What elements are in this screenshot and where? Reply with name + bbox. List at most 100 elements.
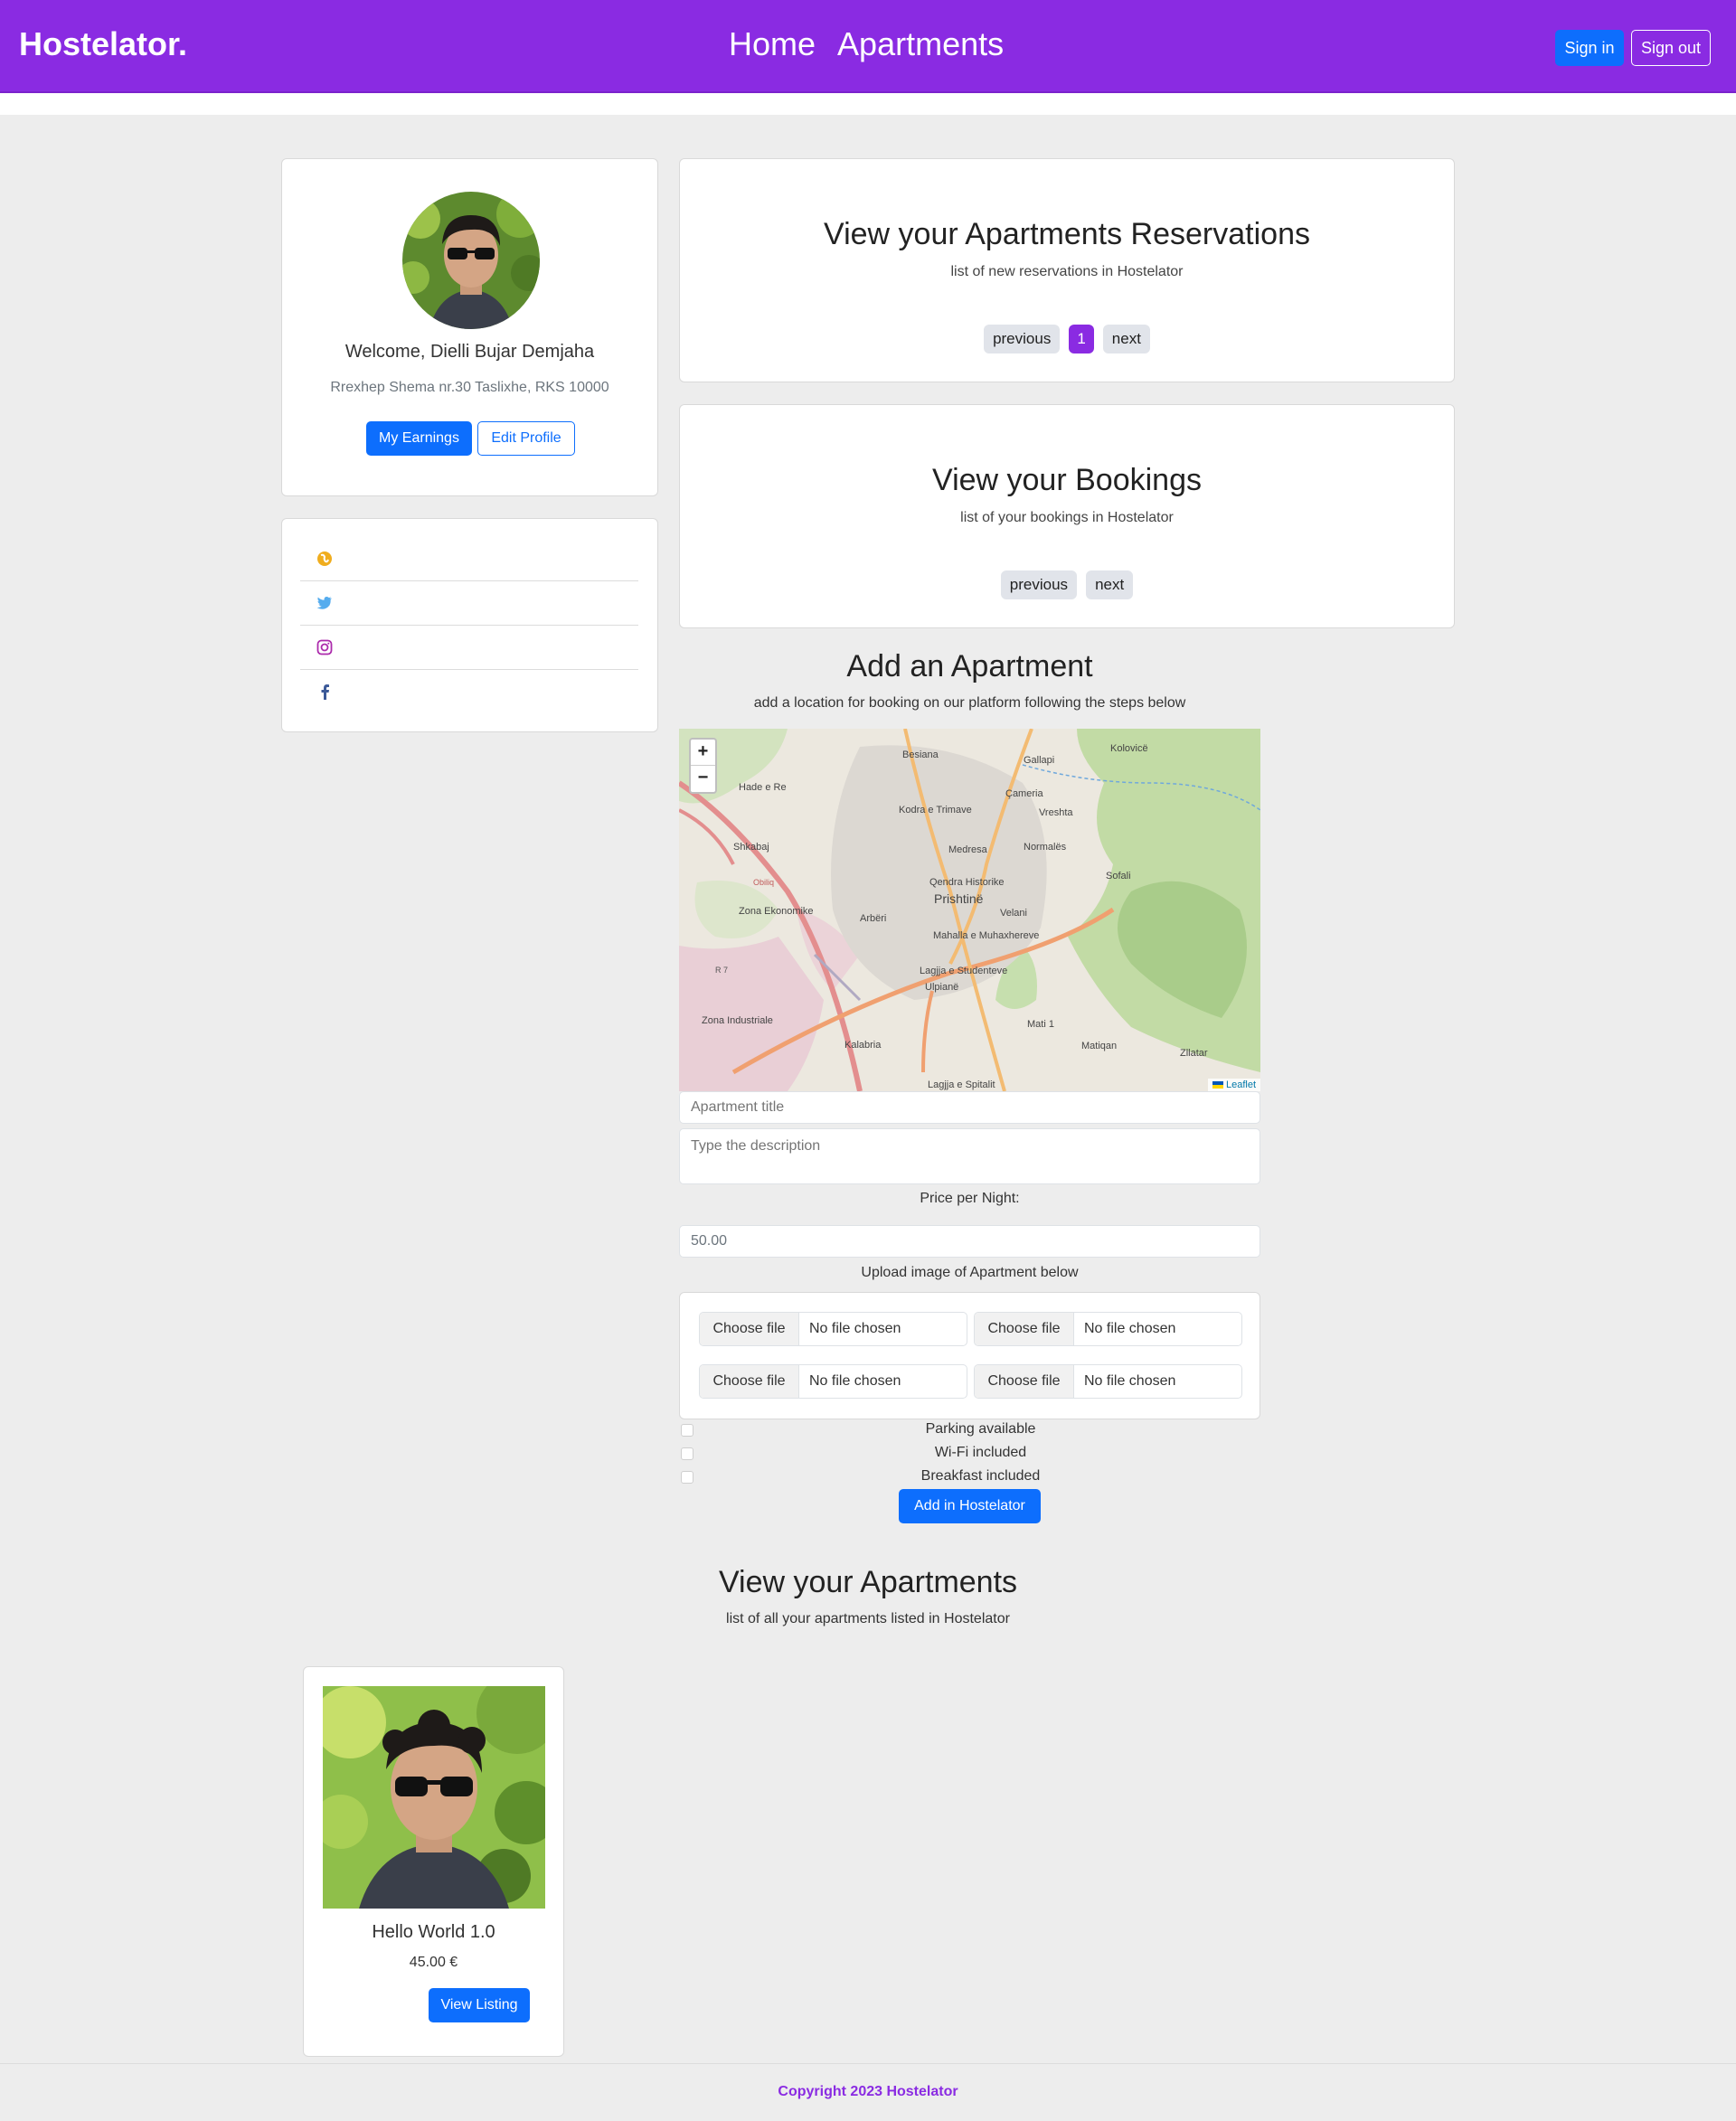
bookings-pagination: previous next	[680, 570, 1454, 599]
reservations-title: View your Apartments Reservations	[824, 217, 1310, 251]
next-page-button[interactable]: next	[1086, 570, 1134, 599]
map-place-label: Mati 1	[1027, 1019, 1054, 1030]
bookings-card: View your Bookings list of your bookings…	[679, 404, 1455, 628]
map-place-label: Obiliq	[753, 878, 774, 887]
add-apartment-subtitle: add a location for booking on our platfo…	[753, 695, 1186, 711]
image-file-input-1[interactable]: Choose file No file chosen	[699, 1312, 967, 1346]
amenity-breakfast: Breakfast included	[679, 1466, 1260, 1488]
image-file-input-4[interactable]: Choose file No file chosen	[974, 1364, 1242, 1399]
map-place-label: Velani	[1000, 908, 1027, 919]
page-1-button[interactable]: 1	[1069, 325, 1094, 354]
amenity-label: Breakfast included	[920, 1468, 1041, 1484]
apartment-title-input[interactable]	[679, 1091, 1260, 1124]
map-place-label: Kodra e Trimave	[899, 805, 972, 815]
reservations-pagination: previous 1 next	[680, 325, 1454, 354]
file-status: No file chosen	[1084, 1321, 1176, 1336]
zoom-out-button[interactable]: −	[691, 766, 715, 792]
choose-file-button[interactable]: Choose file	[700, 1365, 799, 1398]
map-place-label: Kolovicë	[1110, 743, 1148, 754]
reservations-subtitle: list of new reservations in Hostelator	[950, 264, 1184, 279]
previous-page-button[interactable]: previous	[1000, 570, 1078, 599]
bookings-subtitle: list of your bookings in Hostelator	[960, 510, 1174, 525]
amenity-label: Wi-Fi included	[934, 1445, 1027, 1460]
choose-file-button[interactable]: Choose file	[975, 1365, 1074, 1398]
brand-logo[interactable]: Hostelator.	[19, 25, 187, 63]
twitter-icon[interactable]	[316, 594, 334, 612]
upload-label: Upload image of Apartment below	[861, 1265, 1079, 1280]
apartment-image	[323, 1686, 545, 1909]
facebook-icon[interactable]	[316, 683, 334, 701]
social-links-card	[281, 518, 658, 732]
footer: Copyright 2023 Hostelator	[0, 2063, 1736, 2121]
apartment-card: Hello World 1.0 45.00 € View Listing	[303, 1666, 564, 2057]
add-in-hostelator-button[interactable]: Add in Hostelator	[899, 1489, 1041, 1523]
file-status: No file chosen	[809, 1321, 901, 1336]
description-textarea[interactable]	[679, 1128, 1260, 1184]
choose-file-button[interactable]: Choose file	[700, 1313, 799, 1345]
previous-page-button[interactable]: previous	[984, 325, 1061, 354]
amenity-wifi: Wi-Fi included	[679, 1443, 1260, 1465]
map-place-label: Mahalla e Muhaxhereve	[933, 930, 1039, 941]
map-place-label: Prishtinë	[934, 891, 984, 906]
map-place-label: Ulpianë	[925, 982, 958, 993]
map-place-label: Matiqan	[1081, 1041, 1117, 1051]
social-row-website[interactable]	[300, 537, 638, 581]
globe-icon[interactable]	[316, 550, 334, 568]
image-upload-box: Choose file No file chosen Choose file N…	[679, 1292, 1260, 1419]
file-status: No file chosen	[809, 1373, 901, 1389]
price-input[interactable]	[679, 1225, 1260, 1258]
nav-links: Home Apartments	[729, 25, 1018, 63]
amenity-parking: Parking available	[679, 1419, 1260, 1441]
map-place-label: Normalës	[1024, 842, 1067, 853]
flag-icon	[1212, 1081, 1223, 1089]
navbar-spacer	[0, 93, 1736, 115]
map-place-label: Medresa	[948, 844, 988, 855]
apartments-subtitle: list of all your apartments listed in Ho…	[726, 1611, 1010, 1626]
location-map[interactable]: Besiana Gallapi Kolovicë Hade e Re Çamer…	[679, 729, 1260, 1091]
map-place-label: Çameria	[1005, 788, 1043, 799]
zoom-in-button[interactable]: +	[691, 740, 715, 766]
copyright-text: Copyright 2023 Hostelator	[778, 2084, 958, 2099]
profile-card: Welcome, Dielli Bujar Demjaha Rrexhep Sh…	[281, 158, 658, 496]
instagram-icon[interactable]	[316, 638, 334, 656]
avatar	[402, 192, 540, 329]
map-place-label: Qendra Historike	[929, 877, 1005, 888]
nav-home-link[interactable]: Home	[729, 25, 816, 62]
navbar: Hostelator. Home Apartments Sign in Sign…	[0, 0, 1736, 93]
map-place-label: R 7	[715, 966, 728, 975]
image-file-input-3[interactable]: Choose file No file chosen	[699, 1364, 967, 1399]
map-place-label: Zona Industriale	[702, 1015, 773, 1026]
map-place-label: Besiana	[902, 749, 939, 760]
social-row-twitter[interactable]	[300, 581, 638, 626]
map-place-label: Sofali	[1106, 871, 1131, 881]
social-row-instagram[interactable]	[300, 626, 638, 670]
view-listing-button[interactable]: View Listing	[429, 1988, 530, 2022]
map-attribution-link[interactable]: Leaflet	[1207, 1079, 1260, 1091]
bookings-title: View your Bookings	[932, 463, 1202, 497]
add-apartment-title: Add an Apartment	[846, 649, 1093, 683]
edit-profile-button[interactable]: Edit Profile	[477, 421, 575, 456]
social-row-facebook[interactable]	[300, 670, 638, 714]
map-place-label: Lagjja e Spitalit	[928, 1079, 995, 1090]
map-place-label: Hade e Re	[739, 782, 787, 793]
price-label: Price per Night:	[920, 1191, 1020, 1206]
apartments-title: View your Apartments	[718, 1565, 1018, 1599]
address-text: Rrexhep Shema nr.30 Taslixhe, RKS 10000	[330, 380, 609, 395]
map-zoom-control: + −	[689, 738, 717, 794]
choose-file-button[interactable]: Choose file	[975, 1313, 1074, 1345]
map-place-label: Zona Ekonomike	[739, 906, 814, 917]
apartment-name: Hello World 1.0	[372, 1922, 495, 1942]
map-place-label: Lagjja e Studenteve	[920, 966, 1007, 976]
map-place-label: Vreshta	[1039, 807, 1073, 818]
file-status: No file chosen	[1084, 1373, 1176, 1389]
sign-out-button[interactable]: Sign out	[1631, 30, 1711, 66]
welcome-text: Welcome, Dielli Bujar Demjaha	[344, 342, 595, 362]
apartment-price: 45.00 €	[409, 1955, 458, 1970]
image-file-input-2[interactable]: Choose file No file chosen	[974, 1312, 1242, 1346]
map-place-label: Kalabria	[844, 1040, 882, 1051]
nav-apartments-link[interactable]: Apartments	[837, 25, 1004, 62]
sign-in-button[interactable]: Sign in	[1555, 30, 1624, 66]
next-page-button[interactable]: next	[1102, 325, 1150, 354]
map-place-label: Zllatar	[1180, 1048, 1208, 1059]
my-earnings-button[interactable]: My Earnings	[366, 421, 472, 456]
